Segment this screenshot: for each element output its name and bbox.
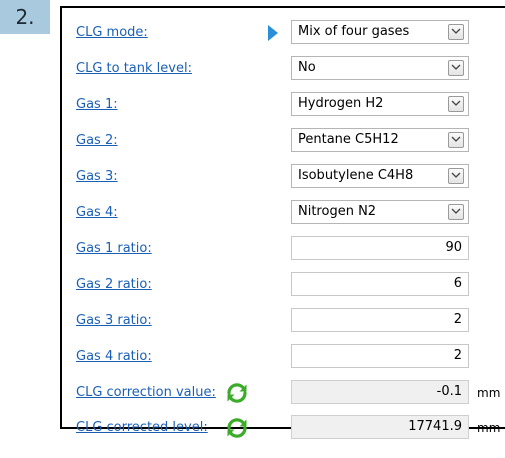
- chevron-down-icon[interactable]: [448, 24, 464, 40]
- row-gas-2-ratio: Gas 2 ratio: 6: [62, 272, 505, 298]
- clg-settings-panel: CLG mode: Mix of four gases CLG to tank …: [60, 6, 505, 429]
- gas-4-label[interactable]: Gas 4:: [76, 200, 118, 226]
- row-gas-2: Gas 2: Pentane C5H12: [62, 128, 505, 154]
- clg-corrected-level-unit: mm: [477, 421, 501, 435]
- gas-2-select[interactable]: Pentane C5H12: [291, 128, 469, 152]
- chevron-down-icon[interactable]: [448, 60, 464, 76]
- clg-correction-value-unit: mm: [477, 386, 501, 400]
- gas-1-select[interactable]: Hydrogen H2: [291, 92, 469, 116]
- chevron-down-icon[interactable]: [448, 132, 464, 148]
- gas-1-label[interactable]: Gas 1:: [76, 92, 118, 118]
- gas-4-select[interactable]: Nitrogen N2: [291, 200, 469, 224]
- gas-3-label[interactable]: Gas 3:: [76, 164, 118, 190]
- gas-1-ratio-label[interactable]: Gas 1 ratio:: [76, 236, 152, 262]
- row-gas-4: Gas 4: Nitrogen N2: [62, 200, 505, 226]
- gas-3-value: Isobutylene C4H8: [298, 168, 414, 183]
- clg-mode-value: Mix of four gases: [298, 24, 410, 39]
- active-parameter-arrow-icon: [268, 25, 278, 41]
- clg-to-tank-level-label[interactable]: CLG to tank level:: [76, 56, 192, 82]
- row-gas-1: Gas 1: Hydrogen H2: [62, 92, 505, 118]
- gas-4-ratio-input[interactable]: 2: [291, 344, 469, 368]
- clg-mode-label[interactable]: CLG mode:: [76, 20, 148, 46]
- gas-4-ratio-label[interactable]: Gas 4 ratio:: [76, 344, 152, 370]
- gas-3-select[interactable]: Isobutylene C4H8: [291, 164, 469, 188]
- row-clg-correction-value: CLG correction value: -0.1 mm: [62, 380, 505, 406]
- gas-2-ratio-input[interactable]: 6: [291, 272, 469, 296]
- clg-correction-value-label[interactable]: CLG correction value:: [76, 380, 216, 406]
- clg-corrected-level-label[interactable]: CLG corrected level:: [76, 415, 208, 441]
- clg-to-tank-level-select[interactable]: No: [291, 56, 469, 80]
- clg-corrected-level-field: 17741.9: [291, 415, 469, 439]
- row-clg-to-tank-level: CLG to tank level: No: [62, 56, 505, 82]
- clg-to-tank-level-value: No: [298, 60, 316, 75]
- refresh-icon: [227, 418, 247, 438]
- chevron-down-icon[interactable]: [448, 168, 464, 184]
- row-gas-3-ratio: Gas 3 ratio: 2: [62, 308, 505, 334]
- gas-2-value: Pentane C5H12: [298, 132, 399, 147]
- row-gas-1-ratio: Gas 1 ratio: 90: [62, 236, 505, 262]
- row-clg-corrected-level: CLG corrected level: 17741.9 mm: [62, 415, 505, 441]
- step-number-badge: 2.: [0, 0, 50, 34]
- gas-2-label[interactable]: Gas 2:: [76, 128, 118, 154]
- gas-1-value: Hydrogen H2: [298, 96, 384, 111]
- chevron-down-icon[interactable]: [448, 96, 464, 112]
- gas-2-ratio-label[interactable]: Gas 2 ratio:: [76, 272, 152, 298]
- row-gas-4-ratio: Gas 4 ratio: 2: [62, 344, 505, 370]
- gas-3-ratio-label[interactable]: Gas 3 ratio:: [76, 308, 152, 334]
- chevron-down-icon[interactable]: [448, 204, 464, 220]
- refresh-icon: [227, 383, 247, 403]
- row-gas-3: Gas 3: Isobutylene C4H8: [62, 164, 505, 190]
- row-clg-mode: CLG mode: Mix of four gases: [62, 20, 505, 46]
- gas-3-ratio-input[interactable]: 2: [291, 308, 469, 332]
- gas-4-value: Nitrogen N2: [298, 204, 377, 219]
- clg-mode-select[interactable]: Mix of four gases: [291, 20, 469, 44]
- clg-correction-value-field: -0.1: [291, 380, 469, 404]
- gas-1-ratio-input[interactable]: 90: [291, 236, 469, 260]
